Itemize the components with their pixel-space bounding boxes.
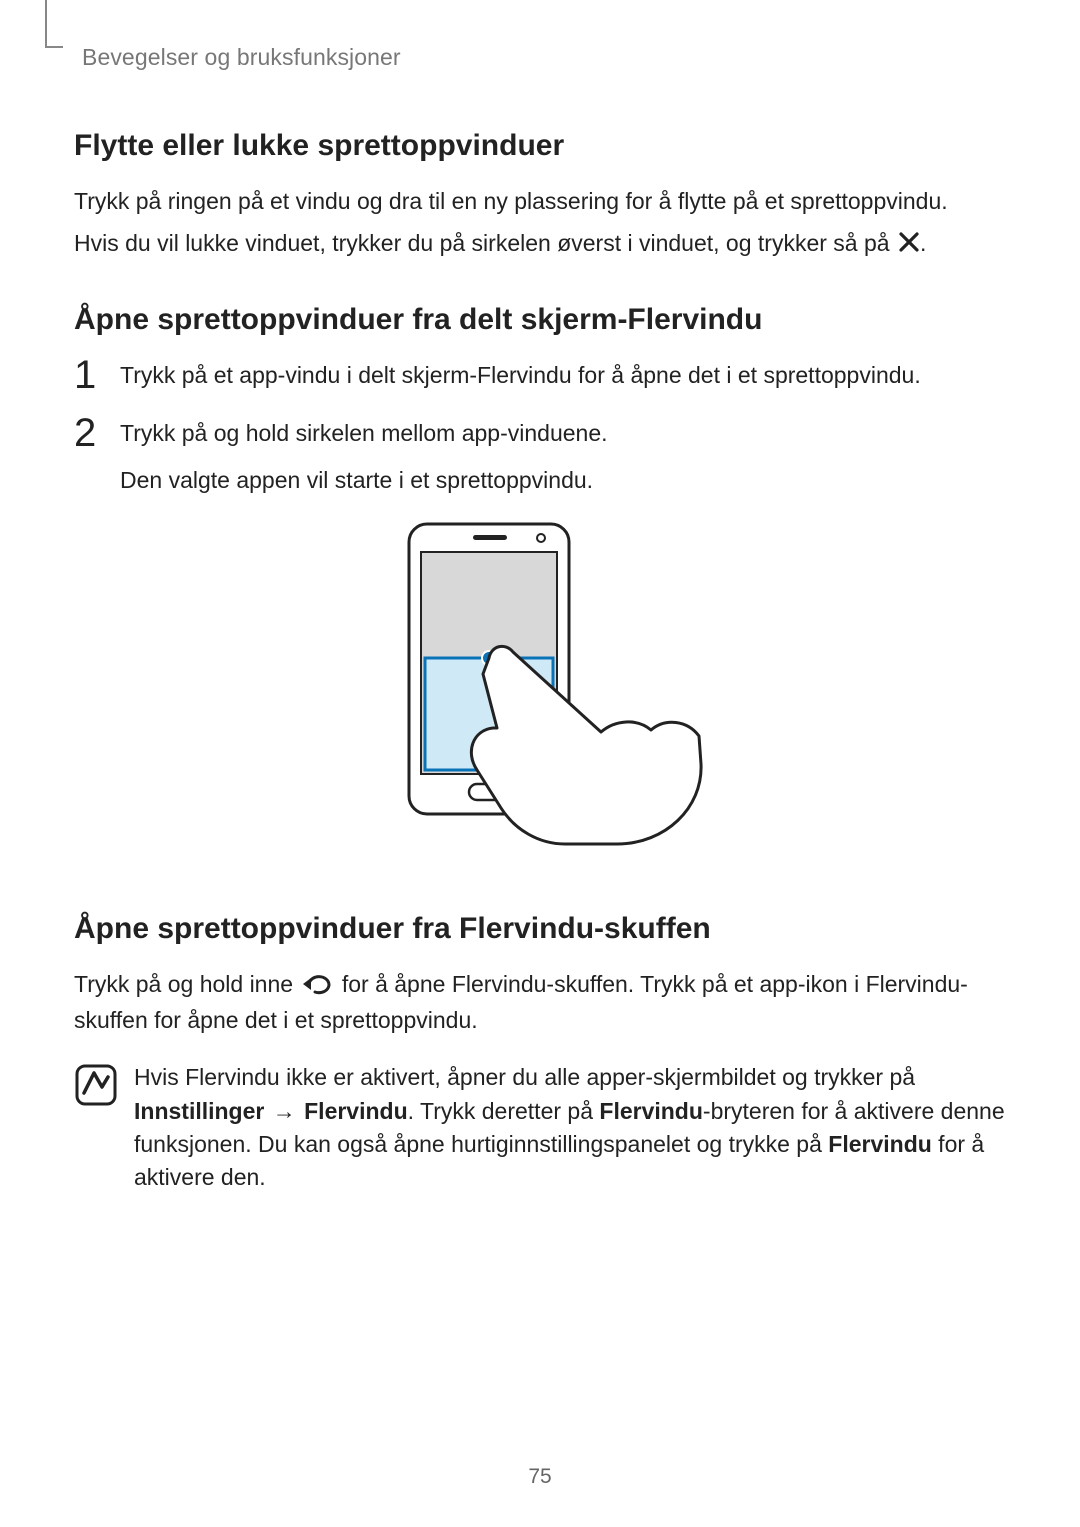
para-close-text-b: .: [920, 230, 926, 256]
x-icon: [898, 231, 920, 253]
note-b3: Flervindu: [599, 1098, 703, 1124]
para-hold-return-a: Trykk på og hold inne: [74, 971, 299, 997]
step-2-line1: Trykk på og hold sirkelen mellom app-vin…: [120, 417, 1006, 449]
heading-from-drawer: Åpne sprettoppvinduer fra Flervindu-skuf…: [74, 912, 1006, 946]
page-number: 75: [0, 1465, 1080, 1489]
page-content: Flytte eller lukke sprettoppvinduer Tryk…: [70, 129, 1010, 1195]
para-close-text-a: Hvis du vil lukke vinduet, trykker du på…: [74, 230, 896, 256]
note-block: Hvis Flervindu ikke er aktivert, åpner d…: [74, 1061, 1006, 1194]
step-1-text: Trykk på et app-vindu i delt skjerm-Fler…: [120, 359, 1006, 391]
step-2-body: Trykk på og hold sirkelen mellom app-vin…: [120, 417, 1006, 495]
para-move: Trykk på ringen på et vindu og dra til e…: [74, 185, 1006, 217]
para-close: Hvis du vil lukke vinduet, trykker du på…: [74, 227, 1006, 259]
step-2-number: 2: [74, 413, 120, 453]
phone-touch-illustration: [365, 518, 715, 848]
note-b1: Innstillinger: [134, 1098, 264, 1124]
note-b4: Flervindu: [828, 1131, 932, 1157]
step-2: 2 Trykk på og hold sirkelen mellom app-v…: [74, 417, 1006, 495]
step-2-line2: Den valgte appen vil starte i et spretto…: [120, 464, 1006, 496]
ordered-steps: 1 Trykk på et app-vindu i delt skjerm-Fl…: [74, 359, 1006, 495]
step-1: 1 Trykk på et app-vindu i delt skjerm-Fl…: [74, 359, 1006, 395]
figure-container: [74, 518, 1006, 848]
page-corner-mark: [45, 0, 63, 48]
note-text: Hvis Flervindu ikke er aktivert, åpner d…: [134, 1061, 1006, 1194]
return-icon: [301, 971, 333, 1004]
note-b2: Flervindu: [304, 1098, 408, 1124]
note-t1: Hvis Flervindu ikke er aktivert, åpner d…: [134, 1064, 915, 1090]
note-t2: . Trykk deretter på: [408, 1098, 600, 1124]
para-hold-return: Trykk på og hold inne for å åpne Flervin…: [74, 968, 1006, 1038]
step-1-number: 1: [74, 355, 120, 395]
arrow-icon: →: [271, 1098, 304, 1124]
section-breadcrumb: Bevegelser og bruksfunksjoner: [82, 44, 1010, 71]
heading-move-close: Flytte eller lukke sprettoppvinduer: [74, 129, 1006, 163]
note-icon: [74, 1063, 118, 1107]
manual-page: Bevegelser og bruksfunksjoner Flytte ell…: [0, 0, 1080, 1527]
heading-from-split: Åpne sprettoppvinduer fra delt skjerm-Fl…: [74, 303, 1006, 337]
